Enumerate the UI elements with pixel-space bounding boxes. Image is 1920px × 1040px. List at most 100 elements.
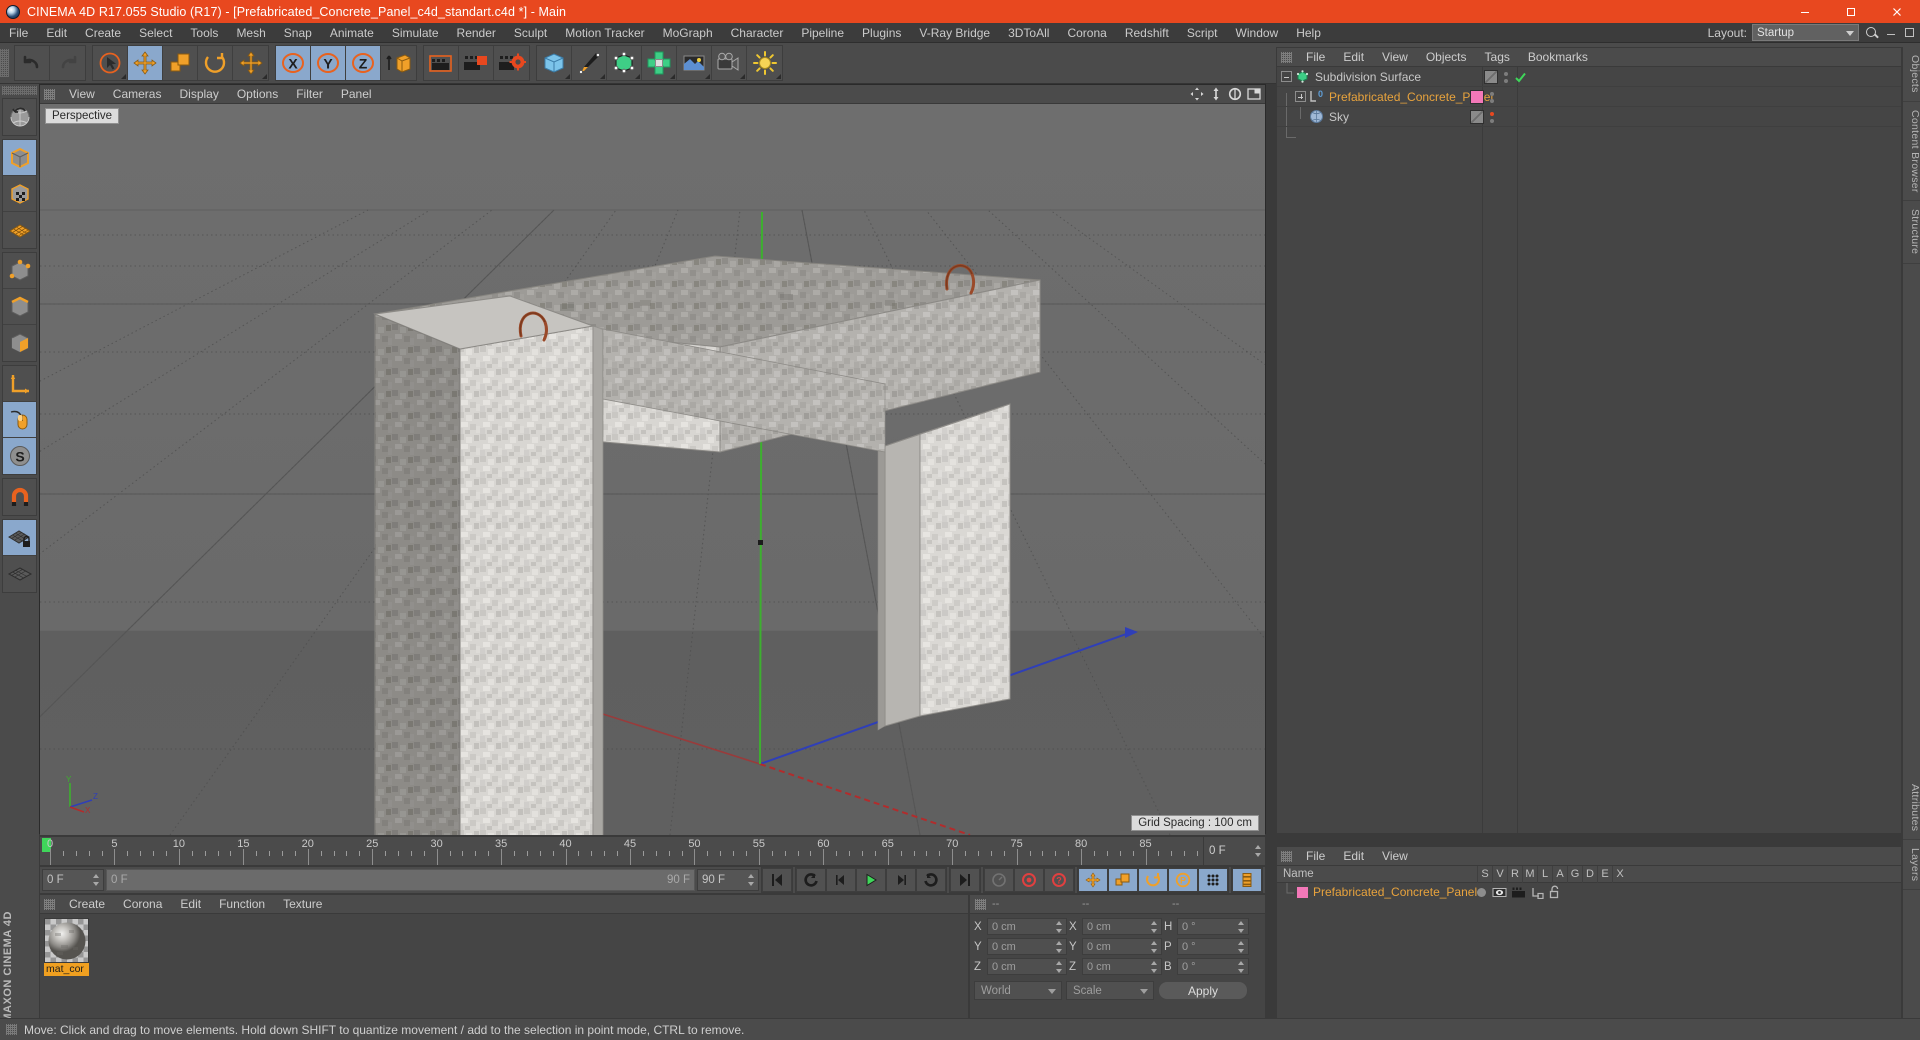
spinner-icon[interactable] bbox=[748, 874, 755, 886]
polygons-mode-icon[interactable] bbox=[3, 325, 36, 361]
object-axis-mode-icon[interactable] bbox=[3, 366, 36, 402]
palette-grip[interactable] bbox=[2, 86, 37, 95]
flag-column-l[interactable]: L bbox=[1537, 866, 1552, 883]
model-mode-icon[interactable] bbox=[3, 140, 36, 176]
object-menu-objects[interactable]: Objects bbox=[1417, 48, 1476, 67]
coordinate-mode-dropdown[interactable]: Scale bbox=[1066, 981, 1154, 1000]
menu-vray-bridge[interactable]: V-Ray Bridge bbox=[910, 23, 999, 43]
maximize-button[interactable] bbox=[1828, 0, 1874, 23]
material-menu-function[interactable]: Function bbox=[210, 895, 274, 914]
primitive-cube-icon[interactable] bbox=[537, 46, 572, 80]
viewport-solo-icon[interactable]: S bbox=[3, 438, 36, 474]
undo-icon[interactable] bbox=[15, 46, 50, 80]
search-icon[interactable] bbox=[1864, 25, 1880, 41]
move-axis-icon[interactable] bbox=[233, 46, 268, 80]
object-row-subdivision-surface[interactable]: Subdivision Surface bbox=[1277, 67, 1901, 87]
render-dot-icon[interactable] bbox=[1475, 886, 1488, 899]
attribute-row[interactable]: Prefabricated_Concrete_Panel bbox=[1277, 883, 1901, 901]
menu-create[interactable]: Create bbox=[76, 23, 130, 43]
menu-file[interactable]: File bbox=[0, 23, 37, 43]
undo-view-icon[interactable] bbox=[3, 99, 36, 135]
timeline-view-icon[interactable] bbox=[1232, 868, 1262, 892]
key-pla-icon[interactable] bbox=[1198, 868, 1228, 892]
menu-script[interactable]: Script bbox=[1178, 23, 1227, 43]
minimize-button[interactable] bbox=[1782, 0, 1828, 23]
menu-pipeline[interactable]: Pipeline bbox=[792, 23, 853, 43]
rot-b-field[interactable]: 0 ° bbox=[1177, 958, 1249, 975]
object-row-prefabricated-concrete-panel[interactable]: 0 Prefabricated_Concrete_Panel bbox=[1277, 87, 1901, 107]
spinner-icon[interactable] bbox=[1151, 960, 1158, 973]
size-z-field[interactable]: 0 cm bbox=[1082, 958, 1162, 975]
environment-icon[interactable] bbox=[677, 46, 712, 80]
menu-window[interactable]: Window bbox=[1227, 23, 1288, 43]
attribute-menu-file[interactable]: File bbox=[1297, 847, 1334, 866]
status-bar-grip[interactable] bbox=[6, 1024, 17, 1035]
render-visibility-dot[interactable] bbox=[1490, 98, 1494, 103]
flag-column-g[interactable]: G bbox=[1567, 866, 1582, 883]
toggle-layout-icon[interactable] bbox=[1247, 87, 1261, 101]
timeline-ruler[interactable]: 051015202530354045505560657075808590 bbox=[40, 837, 1203, 865]
deformer-icon[interactable] bbox=[642, 46, 677, 80]
viewport-menu-cameras[interactable]: Cameras bbox=[104, 85, 171, 104]
material-item[interactable]: mat_cor bbox=[44, 918, 89, 976]
light-icon[interactable] bbox=[747, 46, 782, 80]
object-menu-bookmarks[interactable]: Bookmarks bbox=[1519, 48, 1597, 67]
pos-x-field[interactable]: 0 cm bbox=[987, 918, 1067, 935]
menu-snap[interactable]: Snap bbox=[275, 23, 321, 43]
material-menu-corona[interactable]: Corona bbox=[114, 895, 171, 914]
menu-3dtoall[interactable]: 3DToAll bbox=[999, 23, 1058, 43]
visible-eye-icon[interactable] bbox=[1492, 886, 1507, 899]
pos-y-field[interactable]: 0 cm bbox=[987, 938, 1067, 955]
scale-tool-icon[interactable] bbox=[163, 46, 198, 80]
spinner-icon[interactable] bbox=[1238, 940, 1245, 953]
panel-minimize-icon[interactable] bbox=[1885, 26, 1898, 39]
object-column-divider-2[interactable] bbox=[1517, 67, 1518, 833]
clapper-icon[interactable] bbox=[1511, 886, 1526, 899]
material-menu-create[interactable]: Create bbox=[60, 895, 114, 914]
tab-content-browser[interactable]: Content Browser bbox=[1903, 102, 1920, 202]
world-object-axis-icon[interactable] bbox=[381, 46, 416, 80]
editor-visibility-dot[interactable] bbox=[1490, 111, 1494, 116]
object-tag-swatch[interactable] bbox=[1470, 110, 1484, 124]
menu-select[interactable]: Select bbox=[130, 23, 181, 43]
record-active-objects-icon[interactable] bbox=[1014, 868, 1044, 892]
move-camera-icon[interactable] bbox=[1190, 87, 1204, 101]
spinner-icon[interactable] bbox=[1255, 845, 1262, 857]
attribute-manager-grip[interactable] bbox=[1281, 850, 1292, 862]
menu-corona[interactable]: Corona bbox=[1058, 23, 1115, 43]
tab-objects[interactable]: Objects bbox=[1903, 47, 1920, 102]
menu-character[interactable]: Character bbox=[722, 23, 793, 43]
snap-magnet-icon[interactable] bbox=[3, 479, 36, 515]
workplane-lock-icon[interactable] bbox=[3, 520, 36, 556]
lock-y-axis-icon[interactable]: Y bbox=[311, 46, 346, 80]
flag-column-d[interactable]: D bbox=[1582, 866, 1597, 883]
timeline-frame-field[interactable]: 0 F bbox=[1203, 837, 1265, 865]
unlock-icon[interactable] bbox=[1548, 885, 1561, 899]
material-color-swatch[interactable] bbox=[1297, 886, 1308, 898]
key-scale-icon[interactable] bbox=[1108, 868, 1138, 892]
attribute-menu-view[interactable]: View bbox=[1373, 847, 1417, 866]
spline-pen-icon[interactable] bbox=[572, 46, 607, 80]
menu-tools[interactable]: Tools bbox=[181, 23, 227, 43]
rot-p-field[interactable]: 0 ° bbox=[1177, 938, 1249, 955]
editor-visibility-dot[interactable] bbox=[1504, 71, 1508, 76]
menu-edit[interactable]: Edit bbox=[37, 23, 76, 43]
rot-h-field[interactable]: 0 ° bbox=[1177, 918, 1249, 935]
object-menu-tags[interactable]: Tags bbox=[1476, 48, 1519, 67]
flag-column-r[interactable]: R bbox=[1507, 866, 1522, 883]
flag-column-x[interactable]: X bbox=[1612, 866, 1627, 883]
flag-column-s[interactable]: S bbox=[1477, 866, 1492, 883]
perspective-viewport[interactable]: Perspective Y Z X Grid Spacing: 100 cm bbox=[40, 104, 1265, 835]
menu-mograph[interactable]: MoGraph bbox=[654, 23, 722, 43]
go-to-next-key-icon[interactable] bbox=[916, 868, 946, 892]
workplane-mode-icon[interactable] bbox=[3, 212, 36, 248]
points-mode-icon[interactable] bbox=[3, 253, 36, 289]
menu-sculpt[interactable]: Sculpt bbox=[505, 23, 556, 43]
viewport-menu-view[interactable]: View bbox=[60, 85, 104, 104]
menu-animate[interactable]: Animate bbox=[321, 23, 383, 43]
object-tag-swatch[interactable] bbox=[1484, 70, 1498, 84]
pos-z-field[interactable]: 0 cm bbox=[987, 958, 1067, 975]
flag-column-e[interactable]: E bbox=[1597, 866, 1612, 883]
spinner-icon[interactable] bbox=[1238, 920, 1245, 933]
viewport-menu-filter[interactable]: Filter bbox=[287, 85, 332, 104]
